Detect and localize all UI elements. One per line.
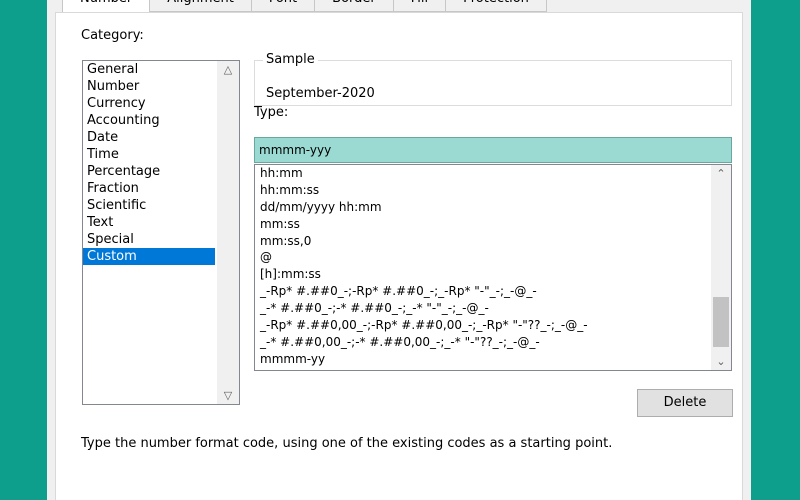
type-input[interactable] — [254, 137, 732, 163]
category-item-accounting[interactable]: Accounting — [83, 112, 215, 129]
category-item-general[interactable]: General — [83, 61, 215, 78]
category-item-fraction[interactable]: Fraction — [83, 180, 215, 197]
hint-text: Type the number format code, using one o… — [81, 436, 613, 451]
category-item-number[interactable]: Number — [83, 78, 215, 95]
category-item-scientific[interactable]: Scientific — [83, 197, 215, 214]
code-list-scrollbar[interactable]: ⌃ ⌄ — [711, 165, 731, 370]
list-item[interactable]: mmmm-yy — [255, 351, 709, 368]
scroll-up-icon[interactable]: ⌃ — [711, 165, 731, 182]
list-item[interactable]: hh:mm — [255, 165, 709, 182]
tab-font[interactable]: Font — [250, 0, 316, 12]
scroll-up-icon[interactable]: △ — [217, 61, 239, 78]
category-label: Category: — [81, 28, 144, 43]
list-item[interactable]: [h]:mm:ss — [255, 266, 709, 283]
sample-label: Sample — [263, 52, 318, 67]
list-item[interactable]: mm:ss — [255, 216, 709, 233]
list-item[interactable]: mm:ss,0 — [255, 233, 709, 250]
number-tab-panel: Category: General Number Currency Accoun… — [55, 12, 743, 500]
sample-value: September-2020 — [266, 86, 375, 101]
list-item[interactable]: _-Rp* #.##0,00_-;-Rp* #.##0,00_-;_-Rp* "… — [255, 317, 709, 334]
category-item-currency[interactable]: Currency — [83, 95, 215, 112]
category-scrollbar[interactable]: △ ▽ — [217, 61, 239, 404]
type-label: Type: — [254, 105, 289, 120]
category-list[interactable]: General Number Currency Accounting Date … — [82, 60, 240, 405]
tab-border[interactable]: Border — [314, 0, 394, 12]
list-item[interactable]: _-* #.##0_-;-* #.##0_-;_-* "-"_-;_-@_- — [255, 300, 709, 317]
category-item-special[interactable]: Special — [83, 231, 215, 248]
format-cells-dialog: Number Alignment Font Border Fill Protec… — [47, 0, 751, 500]
scroll-down-icon[interactable]: ⌄ — [711, 353, 731, 370]
list-item[interactable]: _-Rp* #.##0_-;-Rp* #.##0_-;_-Rp* "-"_-;_… — [255, 283, 709, 300]
category-item-time[interactable]: Time — [83, 146, 215, 163]
list-item[interactable]: @ — [255, 249, 709, 266]
list-item[interactable]: dd/mm/yyyy hh:mm — [255, 199, 709, 216]
tab-strip: Number Alignment Font Border Fill Protec… — [62, 0, 547, 13]
delete-button[interactable]: Delete — [637, 389, 733, 417]
tab-fill[interactable]: Fill — [392, 0, 447, 12]
category-item-percentage[interactable]: Percentage — [83, 163, 215, 180]
tab-protection[interactable]: Protection — [445, 0, 547, 12]
scroll-down-icon[interactable]: ▽ — [217, 387, 239, 404]
list-item[interactable]: hh:mm:ss — [255, 182, 709, 199]
category-item-date[interactable]: Date — [83, 129, 215, 146]
tab-alignment[interactable]: Alignment — [149, 0, 252, 12]
category-item-custom[interactable]: Custom — [83, 248, 215, 265]
sample-group: Sample September-2020 — [254, 52, 732, 106]
scrollbar-thumb[interactable] — [713, 297, 729, 347]
category-item-text[interactable]: Text — [83, 214, 215, 231]
format-code-list[interactable]: hh:mm hh:mm:ss dd/mm/yyyy hh:mm mm:ss mm… — [254, 164, 732, 371]
list-item[interactable]: _-* #.##0,00_-;-* #.##0,00_-;_-* "-"??_-… — [255, 334, 709, 351]
